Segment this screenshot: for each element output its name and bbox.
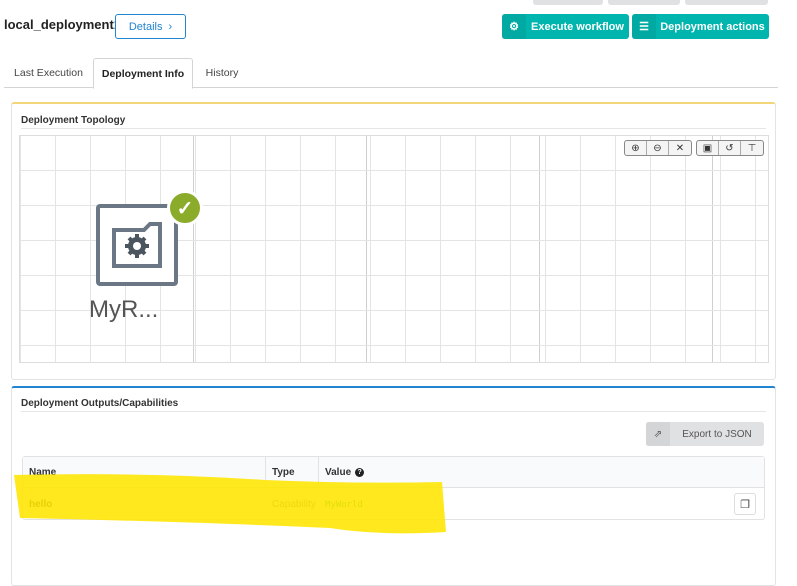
execute-workflow-button[interactable]: ⚙ Execute workflow [502,14,629,39]
tab-bar: Last Execution Deployment Info History [4,58,778,89]
column-header-type: Type [266,457,319,488]
details-button[interactable]: Details › [115,14,186,39]
output-type: Capability [272,499,316,510]
export-label: Export to JSON [682,428,752,440]
top-button[interactable] [685,0,768,5]
save-icon[interactable]: ▣ [697,141,719,155]
column-header-value: Value? [319,457,764,488]
execute-label: Execute workflow [531,20,624,33]
output-name: hello [29,499,53,510]
details-label: Details [128,20,163,33]
topology-canvas[interactable]: ⊕ ⊖ ✕ ▣ ↺ ⊤ ✓ MyR... [19,135,769,363]
outputs-panel: Deployment Outputs/Capabilities ⇗ Export … [11,386,776,586]
chevron-right-icon: › [168,20,173,33]
export-icon: ⇗ [646,422,670,446]
tab-deployment-info[interactable]: Deployment Info [93,58,193,89]
status-ok-icon: ✓ [167,190,203,226]
fit-icon[interactable]: ✕ [669,141,691,155]
output-value: MyWorld [325,499,363,510]
deployment-title: local_deployment1 [4,17,122,32]
cogs-icon: ⚙ [502,14,526,39]
view-toolbar: ▣ ↺ ⊤ [696,140,764,156]
node-label: MyR... [89,296,159,323]
column-header-name: Name [23,457,266,488]
topology-panel: Deployment Topology ⊕ ⊖ ✕ ▣ ↺ ⊤ ✓ MyR... [11,102,776,380]
zoom-in-icon[interactable]: ⊕ [625,141,647,155]
value-header-label: Value [325,466,352,478]
zoom-toolbar: ⊕ ⊖ ✕ [624,140,692,156]
compute-node-icon [112,222,162,268]
tab-last-execution[interactable]: Last Execution [4,58,93,88]
layout-icon[interactable]: ⊤ [741,141,763,155]
topology-node[interactable] [96,204,178,286]
outputs-table: Name Type Value? hello Capability MyWorl… [22,456,765,520]
topology-title: Deployment Topology [21,115,126,126]
export-json-button[interactable]: ⇗ Export to JSON [646,422,764,446]
zoom-out-icon[interactable]: ⊖ [647,141,669,155]
actions-label: Deployment actions [660,20,765,33]
help-icon[interactable]: ? [355,467,365,477]
top-button[interactable] [533,0,603,5]
tab-history[interactable]: History [193,58,251,88]
copy-icon[interactable]: ❐ [734,493,756,515]
top-button[interactable] [608,0,680,5]
deployment-actions-button[interactable]: ☰ Deployment actions [632,14,769,39]
bars-icon: ☰ [632,14,656,39]
reset-icon[interactable]: ↺ [719,141,741,155]
outputs-title: Deployment Outputs/Capabilities [21,398,179,409]
